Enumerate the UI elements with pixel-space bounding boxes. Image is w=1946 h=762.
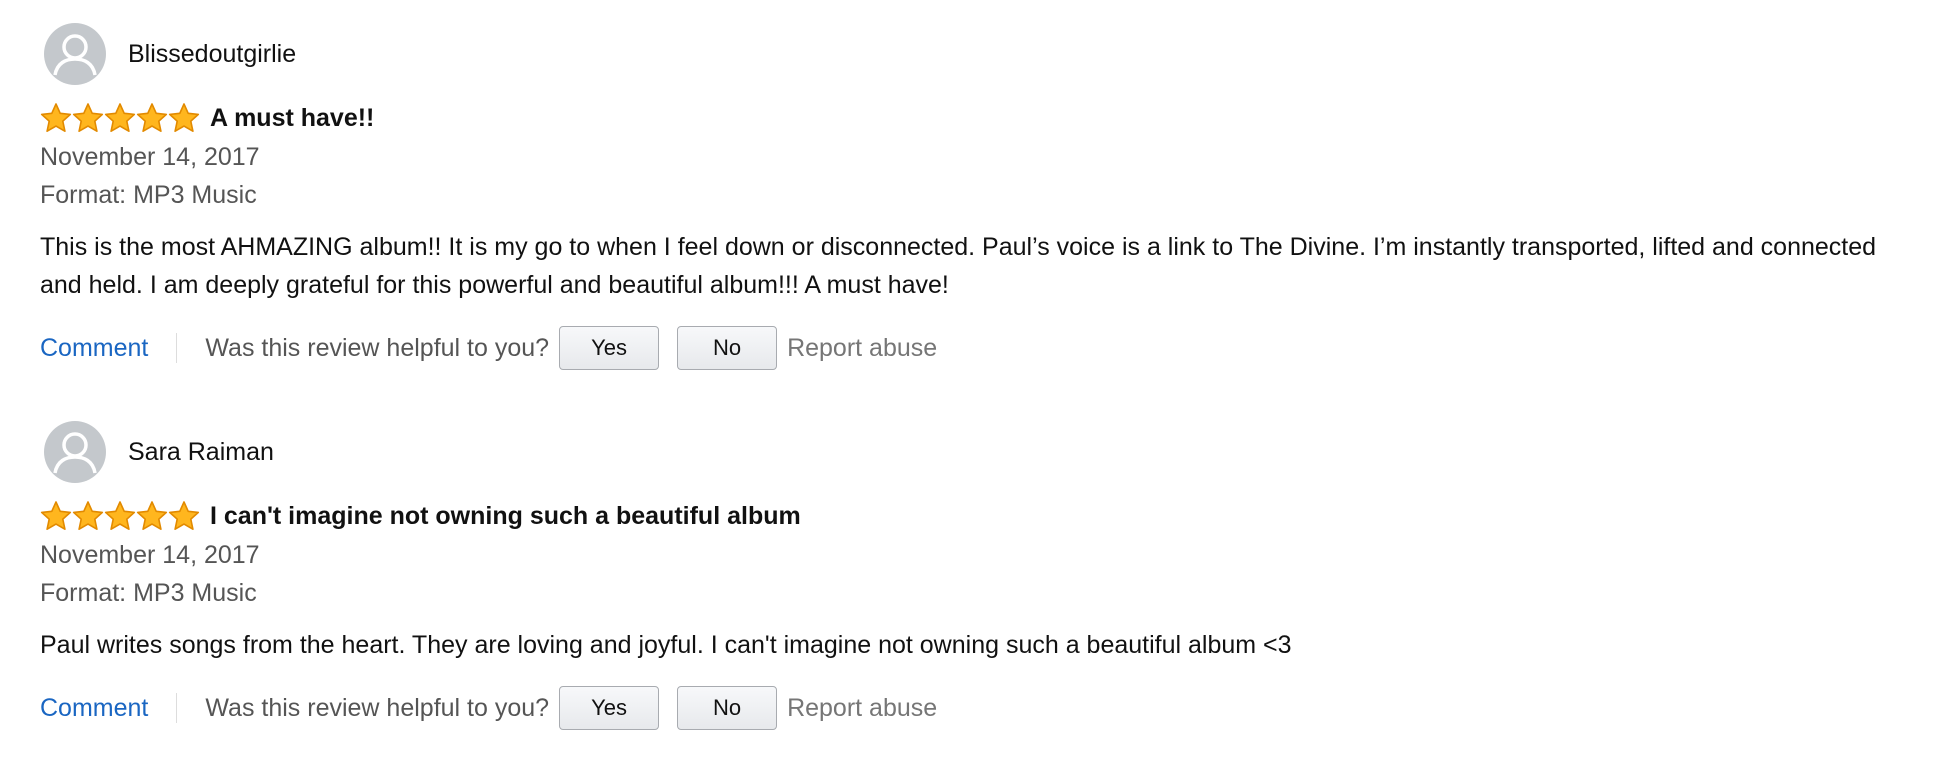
no-button[interactable]: No — [677, 686, 778, 730]
star-icon — [168, 501, 200, 531]
helpful-prompt: Was this review helpful to you? — [205, 333, 550, 362]
star-icon — [136, 501, 168, 531]
review: Sara Raiman I can't imagine not owning s… — [40, 420, 1920, 730]
reviewer-name[interactable]: Sara Raiman — [128, 438, 274, 467]
star-icon — [168, 103, 200, 133]
comment-link[interactable]: Comment — [40, 694, 148, 723]
review-body: Paul writes songs from the heart. They a… — [40, 631, 1292, 659]
review-body: This is the most AHMAZING album!! It is … — [40, 233, 1877, 299]
report-abuse-link[interactable]: Report abuse — [787, 334, 937, 363]
star-icon — [72, 103, 104, 133]
reviewer-name[interactable]: Blissedoutgirlie — [128, 40, 296, 69]
divider — [176, 693, 178, 723]
divider — [176, 333, 178, 363]
star-icon — [104, 103, 136, 133]
review-title[interactable]: A must have!! — [210, 104, 374, 133]
review-title[interactable]: I can't imagine not owning such a beauti… — [210, 502, 801, 531]
star-icon — [40, 103, 72, 133]
reviewer-profile[interactable]: Blissedoutgirlie — [40, 22, 1920, 86]
reviewer-profile[interactable]: Sara Raiman — [40, 420, 1920, 484]
default-avatar-icon[interactable] — [44, 23, 106, 85]
review-format[interactable]: Format: MP3 Music — [40, 176, 1920, 214]
yes-button[interactable]: Yes — [559, 326, 660, 370]
report-abuse-link[interactable]: Report abuse — [787, 694, 937, 723]
review-format[interactable]: Format: MP3 Music — [40, 574, 1920, 612]
star-icon — [72, 501, 104, 531]
default-avatar-icon[interactable] — [44, 421, 106, 483]
review-date: November 14, 2017 — [40, 143, 260, 171]
review-title-row: I can't imagine not owning such a beauti… — [40, 498, 1920, 534]
no-button[interactable]: No — [677, 326, 778, 370]
review-title-row: A must have!! — [40, 100, 1920, 136]
review-date: November 14, 2017 — [40, 541, 260, 569]
yes-button[interactable]: Yes — [559, 686, 660, 730]
comment-link[interactable]: Comment — [40, 334, 148, 363]
review-actions: Comment Was this review helpful to you? … — [40, 326, 1920, 370]
star-rating[interactable] — [40, 500, 200, 532]
star-icon — [40, 501, 72, 531]
helpful-prompt: Was this review helpful to you? — [205, 693, 550, 722]
star-icon — [136, 103, 168, 133]
star-rating[interactable] — [40, 102, 200, 134]
review: Blissedoutgirlie A must have!! November … — [40, 22, 1920, 370]
review-actions: Comment Was this review helpful to you? … — [40, 686, 1920, 730]
star-icon — [104, 501, 136, 531]
